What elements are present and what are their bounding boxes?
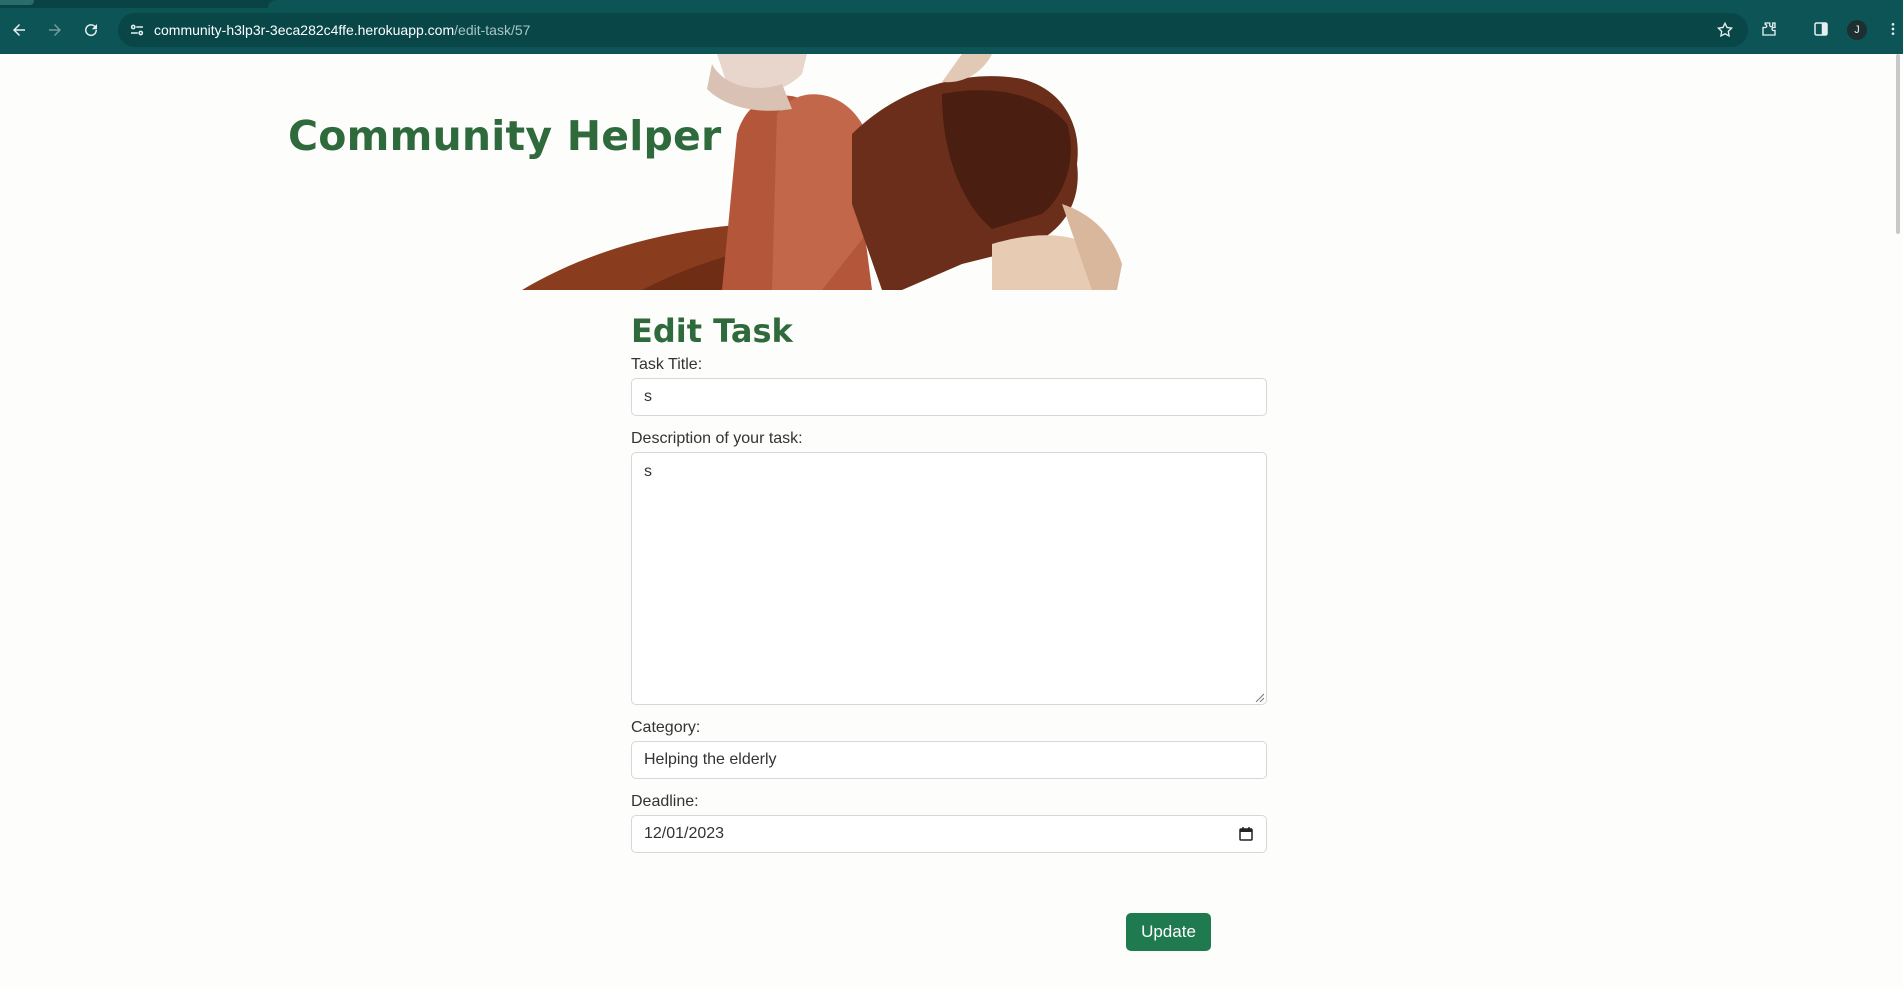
reload-icon (85, 24, 98, 37)
reload-button[interactable] (78, 17, 104, 43)
deadline-date-input[interactable]: 12/01/2023 (631, 815, 1267, 853)
calendar-icon[interactable] (1238, 826, 1254, 842)
side-panel-icon (1814, 22, 1828, 36)
forward-button[interactable] (42, 17, 68, 43)
category-input[interactable]: Helping the elderly (631, 741, 1267, 779)
extensions-button[interactable] (1757, 17, 1781, 41)
url-path: /edit-task/57 (454, 22, 531, 38)
tab-strip-background (268, 0, 1903, 8)
side-panel-button[interactable] (1809, 17, 1833, 41)
site-brand-title[interactable]: Community Helper (288, 112, 721, 160)
profile-avatar[interactable]: J (1847, 20, 1867, 40)
description-label: Description of your task: (631, 430, 803, 447)
edit-task-form: Edit Task Task Title: s Description of y… (631, 312, 1267, 853)
bookmark-star-icon[interactable] (1716, 21, 1734, 39)
extensions-icon (1762, 22, 1776, 36)
site-info-icon[interactable] (128, 21, 146, 39)
browser-toolbar: community-h3lp3r-3eca282c4ffe.herokuapp.… (0, 0, 1903, 54)
back-button[interactable] (6, 17, 32, 43)
update-button[interactable]: Update (1126, 913, 1211, 951)
category-label: Category: (631, 719, 701, 736)
description-value: s (644, 463, 652, 480)
category-value: Helping the elderly (644, 751, 777, 768)
description-textarea[interactable]: s (631, 452, 1267, 705)
forward-arrow-icon (49, 24, 61, 36)
scrollbar-thumb[interactable] (1896, 54, 1900, 234)
deadline-value: 12/01/2023 (644, 825, 725, 842)
deadline-label: Deadline: (631, 793, 699, 810)
resize-grip-icon[interactable] (1254, 692, 1264, 702)
url-text[interactable]: community-h3lp3r-3eca282c4ffe.herokuapp.… (154, 22, 530, 38)
task-title-value: s (644, 388, 652, 405)
back-arrow-icon (13, 24, 25, 36)
hero-hands-image (522, 54, 1122, 290)
task-title-input[interactable]: s (631, 378, 1267, 416)
url-host: community-h3lp3r-3eca282c4ffe.herokuapp.… (154, 22, 455, 38)
menu-kebab-icon (1891, 23, 1895, 35)
task-title-label: Task Title: (631, 356, 703, 373)
page-scrollbar[interactable] (1893, 54, 1903, 987)
form-title: Edit Task (631, 312, 793, 350)
tab-strip (0, 0, 1903, 8)
active-tab[interactable] (0, 0, 34, 5)
page-content: Community Helper Edit Task Task Title: s… (0, 54, 1903, 987)
address-bar[interactable]: community-h3lp3r-3eca282c4ffe.herokuapp.… (118, 13, 1748, 47)
browser-menu-button[interactable] (1885, 17, 1901, 41)
